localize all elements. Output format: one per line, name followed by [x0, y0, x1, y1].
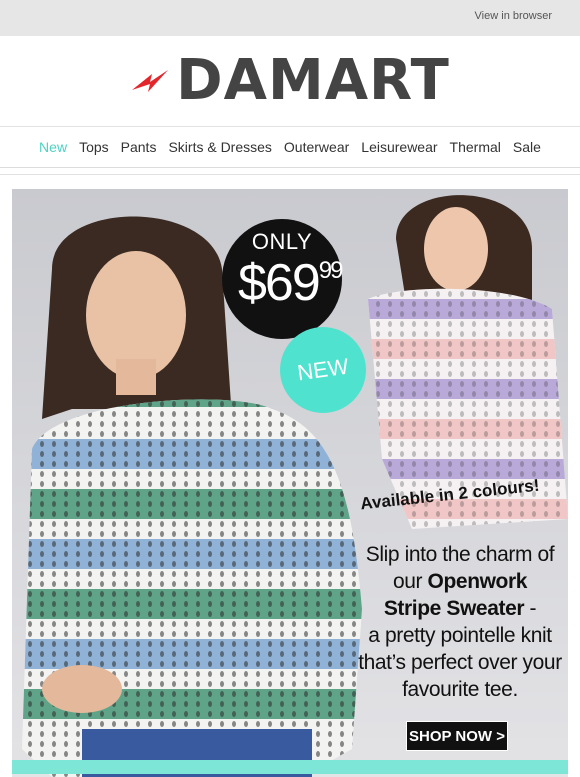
shop-now-button[interactable]: SHOP NOW >: [406, 721, 508, 751]
nav-item-sale[interactable]: Sale: [513, 139, 541, 155]
hero-banner[interactable]: ONLY $6999 NEW Available in 2 colours! S…: [12, 189, 568, 777]
bottom-accent-strip: [12, 760, 568, 774]
nav-item-pants[interactable]: Pants: [121, 139, 157, 155]
new-badge-label: NEW: [295, 353, 351, 386]
nav-item-thermal[interactable]: Thermal: [450, 139, 501, 155]
new-badge: NEW: [280, 327, 366, 413]
lightning-mark-icon: [132, 70, 169, 92]
view-in-browser-link[interactable]: View in browser: [475, 10, 552, 22]
price-only-label: ONLY: [251, 229, 313, 254]
nav-item-skirts-dresses[interactable]: Skirts & Dresses: [168, 139, 271, 155]
price-badge: ONLY $6999: [222, 219, 343, 339]
divider: [0, 168, 580, 175]
nav-item-leisurewear[interactable]: Leisurewear: [361, 139, 437, 155]
main-nav: New Tops Pants Skirts & Dresses Outerwea…: [0, 127, 580, 168]
nav-item-outerwear[interactable]: Outerwear: [284, 139, 349, 155]
brand-name: DAMART: [176, 48, 450, 113]
brand-logo[interactable]: DAMART: [130, 53, 450, 109]
product-description: Slip into the charm of our Openwork Stri…: [358, 543, 562, 701]
price-value: $6999: [238, 254, 343, 312]
top-bar: View in browser: [0, 0, 580, 36]
nav-item-new[interactable]: New: [39, 139, 67, 155]
nav-item-tops[interactable]: Tops: [79, 139, 109, 155]
logo-row: DAMART: [0, 36, 580, 127]
